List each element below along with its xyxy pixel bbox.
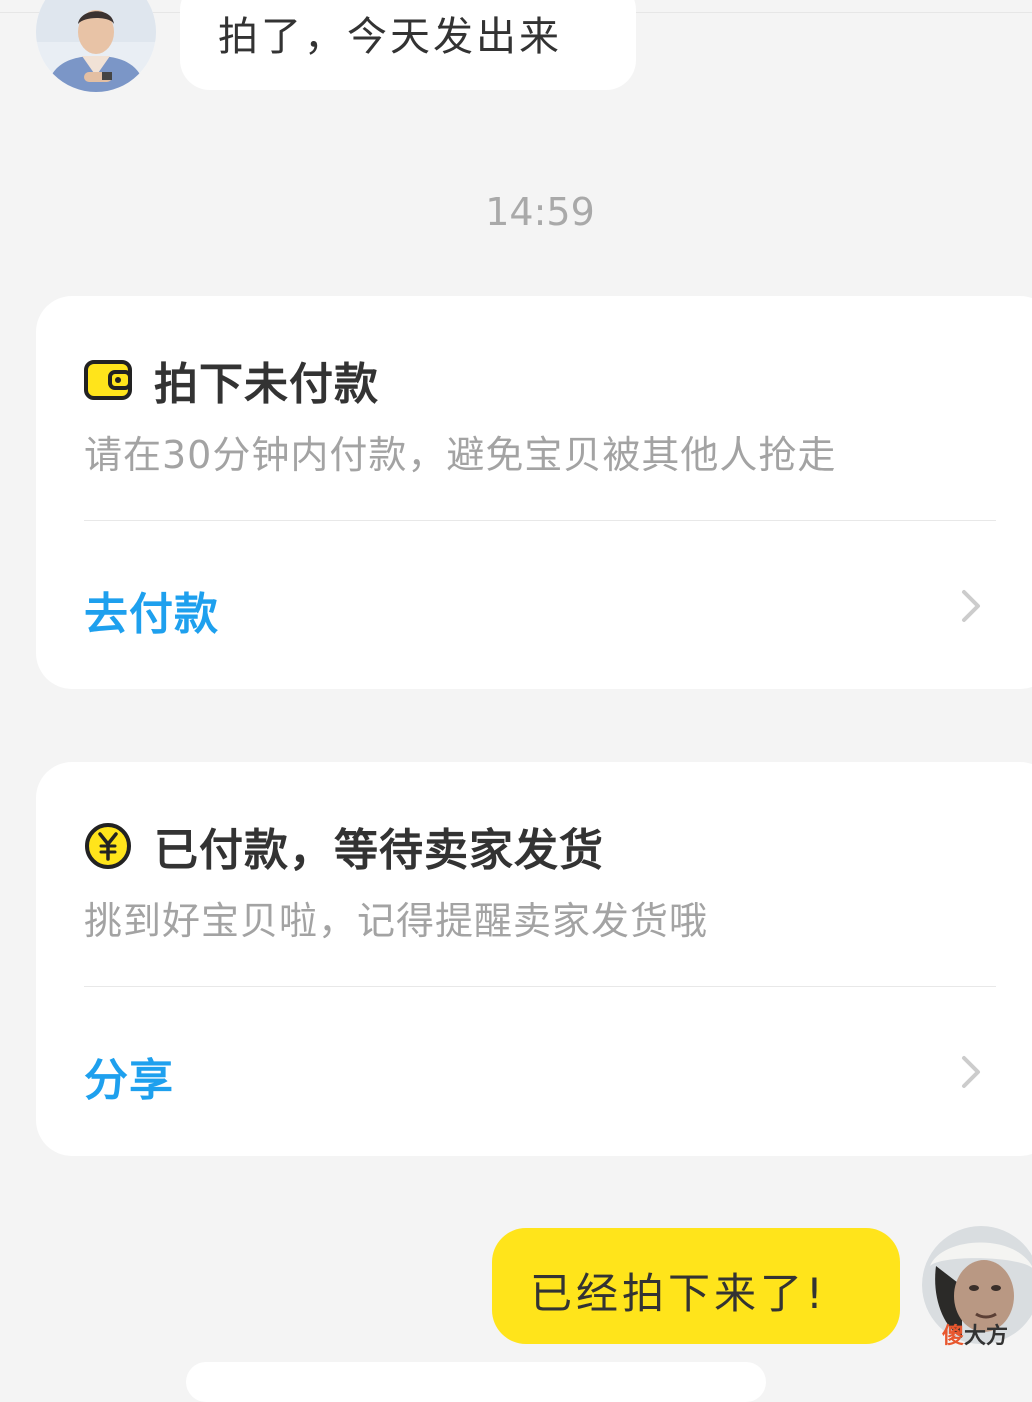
order-card-unpaid[interactable]: 拍下未付款 请在30分钟内付款，避免宝贝被其他人抢走 去付款 [36,296,1032,689]
card-header: 已付款，等待卖家发货 [84,818,604,876]
watermark-text: 大方 [964,1324,1009,1349]
next-message-bubble[interactable] [186,1362,766,1402]
incoming-message-bubble[interactable]: 拍了，今天发出来 [180,0,636,90]
seller-avatar-photo [36,0,156,92]
chevron-right-icon[interactable] [956,1052,986,1092]
card-title: 拍下未付款 [154,359,379,410]
pay-now-link[interactable]: 去付款 [84,578,219,642]
watermark-accent: 傻 [942,1324,965,1349]
chat-timestamp: 14:59 [485,190,595,234]
incoming-message-text: 拍了，今天发出来 [218,14,562,60]
card-subtitle: 挑到好宝贝啦，记得提醒卖家发货哦 [84,899,709,943]
card-subtitle: 请在30分钟内付款，避免宝贝被其他人抢走 [84,433,837,477]
outgoing-message-text: 已经拍下来了! [530,1269,827,1318]
card-title: 已付款，等待卖家发货 [154,825,604,876]
wallet-icon [84,360,132,400]
card-header: 拍下未付款 [84,352,379,410]
share-link[interactable]: 分享 [84,1044,174,1108]
outgoing-message-bubble[interactable]: 已经拍下来了! [492,1228,900,1344]
seller-avatar[interactable] [36,0,156,92]
chevron-right-icon[interactable] [956,586,986,626]
yuan-coin-icon [85,823,131,869]
watermark: 傻大方 [942,1318,1008,1350]
order-card-paid[interactable]: 已付款，等待卖家发货 挑到好宝贝啦，记得提醒卖家发货哦 分享 [36,762,1032,1156]
card-divider [84,986,996,987]
card-divider [84,520,996,521]
